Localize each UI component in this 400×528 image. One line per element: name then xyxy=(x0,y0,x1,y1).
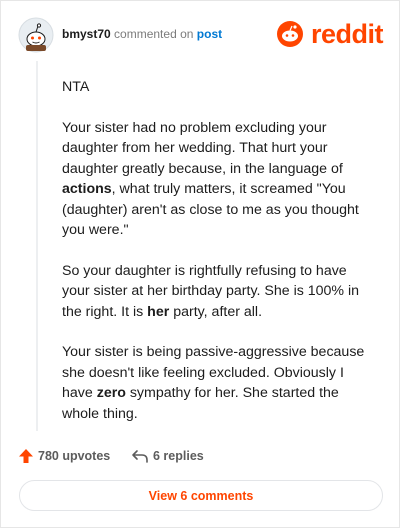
thread-line xyxy=(36,61,38,431)
username-link[interactable]: bmyst70 xyxy=(62,27,111,41)
reddit-logo[interactable]: reddit xyxy=(277,19,384,49)
upvote-arrow-icon xyxy=(19,449,33,463)
view-comments-button[interactable]: View 6 comments xyxy=(19,480,383,511)
upvote-count: 780 upvotes xyxy=(38,449,111,463)
comment-paragraph-4: Your sister is being passive-aggressive … xyxy=(62,344,365,422)
comment-paragraph-1: NTA xyxy=(62,79,90,95)
reply-count: 6 replies xyxy=(153,449,204,463)
comment-paragraph-2: Your sister had no problem excluding you… xyxy=(62,119,359,239)
emphasis-actions: actions xyxy=(62,181,112,197)
snoo-avatar-icon[interactable] xyxy=(18,17,54,53)
reddit-logo-icon xyxy=(277,21,303,47)
reply-arrow-icon xyxy=(132,450,148,463)
comment-body: NTA Your sister had no problem excluding… xyxy=(62,77,372,444)
comment-actions: 780 upvotes 6 replies xyxy=(18,445,378,467)
replies-button[interactable]: 6 replies xyxy=(131,445,204,467)
reddit-wordmark: reddit xyxy=(310,19,384,49)
comment-paragraph-3: So your daughter is rightfully refusing … xyxy=(62,262,360,320)
post-link[interactable]: post xyxy=(197,27,222,41)
emphasis-zero: zero xyxy=(96,385,126,401)
emphasis-her: her xyxy=(147,303,170,320)
comment-meta: bmyst70 commented on post xyxy=(62,27,222,41)
comment-card: bmyst70 commented on post reddit NTA You… xyxy=(0,0,400,528)
meta-action-text: commented on xyxy=(114,27,194,41)
upvote-button[interactable]: 780 upvotes xyxy=(18,445,110,467)
comment-header: bmyst70 commented on post reddit xyxy=(18,17,384,53)
